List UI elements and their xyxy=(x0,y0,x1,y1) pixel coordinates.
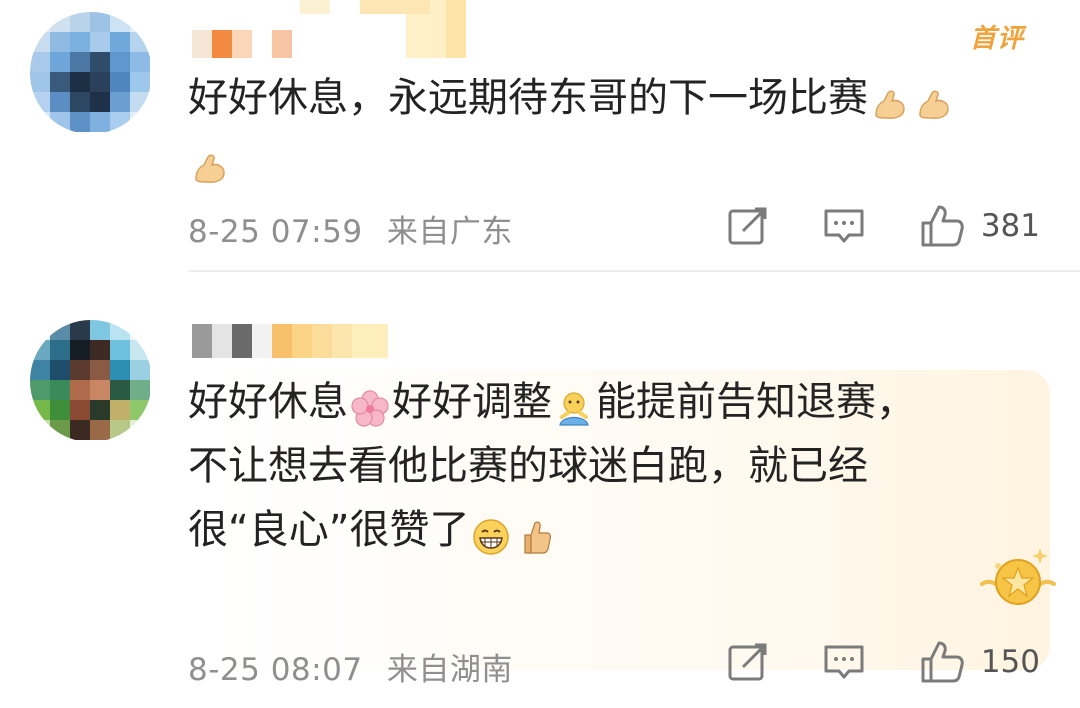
comment-text: 好好休息 好好调整 能提前告知退赛， 不让想去看他比赛的球迷白跑，就已经 很“良… xyxy=(188,370,1048,562)
reply-button[interactable] xyxy=(823,641,865,683)
comment-text-line: 很“良心”很赞了 xyxy=(188,507,470,553)
comment-meta: 8-25 08:07 来自湖南 xyxy=(188,644,513,689)
comment-actions: 150 xyxy=(673,636,1040,688)
share-button[interactable] xyxy=(727,641,769,683)
comment-text: 好好休息，永远期待东哥的下一场比赛 xyxy=(188,66,1048,194)
cherry-blossom-emoji xyxy=(350,384,390,427)
thumbs-up-emoji xyxy=(515,512,555,554)
grinning-face-emoji xyxy=(471,512,511,555)
comment-text-segment: 能提前告知退赛， xyxy=(596,379,916,425)
flexed-biceps-emoji xyxy=(190,144,230,184)
share-icon xyxy=(727,641,769,683)
like-button[interactable]: 381 xyxy=(919,203,1040,249)
comment-meta: 8-25 07:59 来自广东 xyxy=(188,206,513,251)
like-button[interactable]: 150 xyxy=(919,639,1040,685)
divider xyxy=(188,270,1080,272)
avatar[interactable] xyxy=(30,320,152,442)
comment-item: 好好休息 好好调整 能提前告知退赛， 不让想去看他比赛的球迷白跑，就已经 很“良… xyxy=(0,300,1080,708)
comment-icon xyxy=(823,205,865,247)
comment-location: 来自湖南 xyxy=(386,652,513,688)
comment-time: 8-25 07:59 xyxy=(188,214,363,250)
comment-item: 首评 好好休息，永远期待东哥的下一场比赛 8-25 07:59 来自广东 381 xyxy=(0,0,1080,272)
flexed-biceps-emoji xyxy=(870,80,910,120)
comment-text-content: 好好休息，永远期待东哥的下一场比赛 xyxy=(188,75,868,121)
flexed-biceps-emoji xyxy=(914,80,954,120)
comment-text-segment: 好好休息 xyxy=(188,379,348,425)
like-count: 150 xyxy=(980,644,1040,680)
share-button[interactable] xyxy=(727,205,769,247)
like-count: 381 xyxy=(980,208,1040,244)
comment-time: 8-25 08:07 xyxy=(188,652,363,688)
avatar[interactable] xyxy=(30,12,152,134)
username[interactable] xyxy=(192,0,492,58)
first-comment-badge: 首评 xyxy=(969,24,1024,54)
thumbs-up-icon xyxy=(919,639,965,685)
thumbs-up-icon xyxy=(919,203,965,249)
comment-text-segment: 好好调整 xyxy=(392,379,552,425)
username[interactable] xyxy=(192,324,392,358)
hug-person-emoji xyxy=(554,384,594,426)
share-icon xyxy=(727,205,769,247)
comment-location: 来自广东 xyxy=(386,214,513,250)
reply-button[interactable] xyxy=(823,205,865,247)
comment-icon xyxy=(823,641,865,683)
comment-actions: 381 xyxy=(673,200,1040,252)
comment-text-line: 不让想去看他比赛的球迷白跑，就已经 xyxy=(188,443,868,489)
medal-icon xyxy=(978,540,1058,620)
username-decoration xyxy=(300,0,480,28)
